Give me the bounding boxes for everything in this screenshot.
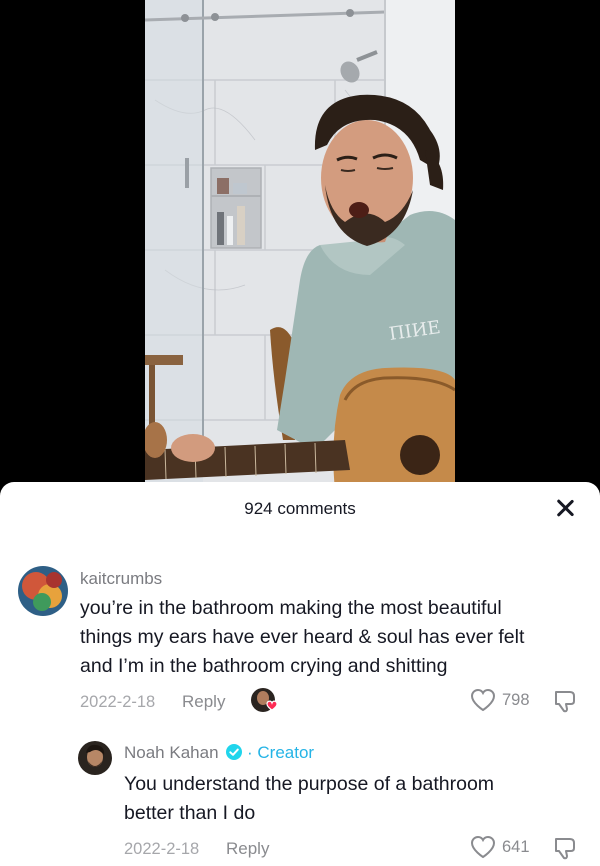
comment-text-line: you’re in the bathroom making the most b…: [80, 597, 502, 619]
like-button[interactable]: 641: [470, 835, 530, 859]
comment-date: 2022-2-18: [124, 840, 200, 858]
comments-sheet: 924 comments kaitcrumbs you’re in the ba…: [0, 482, 600, 866]
comments-count: 924 comments: [244, 499, 356, 518]
comment-text-line: You understand the purpose of a bathroom: [124, 773, 495, 795]
comment-text-line: better than I do: [124, 802, 256, 824]
video-frame: ΠIИΕ: [145, 0, 455, 490]
comment-text: you’re in the bathroom making the most b…: [80, 594, 590, 681]
dislike-icon[interactable]: [553, 835, 579, 866]
video-player[interactable]: ΠIИΕ: [0, 0, 600, 500]
creator-name[interactable]: Noah Kahan: [124, 743, 219, 762]
verified-check-icon: [226, 744, 243, 760]
close-icon[interactable]: [552, 495, 578, 521]
like-count: 798: [502, 690, 530, 709]
comments-header: 924 comments: [0, 482, 600, 534]
reply-button[interactable]: Reply: [182, 692, 225, 712]
avatar[interactable]: [78, 741, 112, 775]
comment-username[interactable]: Noah Kahan · Creator: [124, 743, 314, 763]
dislike-icon[interactable]: [553, 688, 579, 719]
reply-button[interactable]: Reply: [226, 839, 269, 859]
heart-outline-icon: [470, 688, 496, 712]
like-button[interactable]: 798: [470, 688, 530, 712]
comment-text-line: and I’m in the bathroom crying and shitt…: [80, 655, 448, 677]
heart-outline-icon: [470, 835, 496, 859]
comment-text: You understand the purpose of a bathroom…: [124, 770, 584, 828]
comment-date: 2022-2-18: [80, 693, 156, 711]
like-count: 641: [502, 837, 530, 856]
video-still-image: ΠIИΕ: [145, 0, 455, 490]
comment-username[interactable]: kaitcrumbs: [80, 569, 162, 589]
creator-label: · Creator: [247, 743, 315, 762]
creator-liked-badge-icon: [250, 687, 280, 715]
comment-text-line: things my ears have ever heard & soul ha…: [80, 626, 525, 648]
avatar[interactable]: [18, 566, 68, 616]
